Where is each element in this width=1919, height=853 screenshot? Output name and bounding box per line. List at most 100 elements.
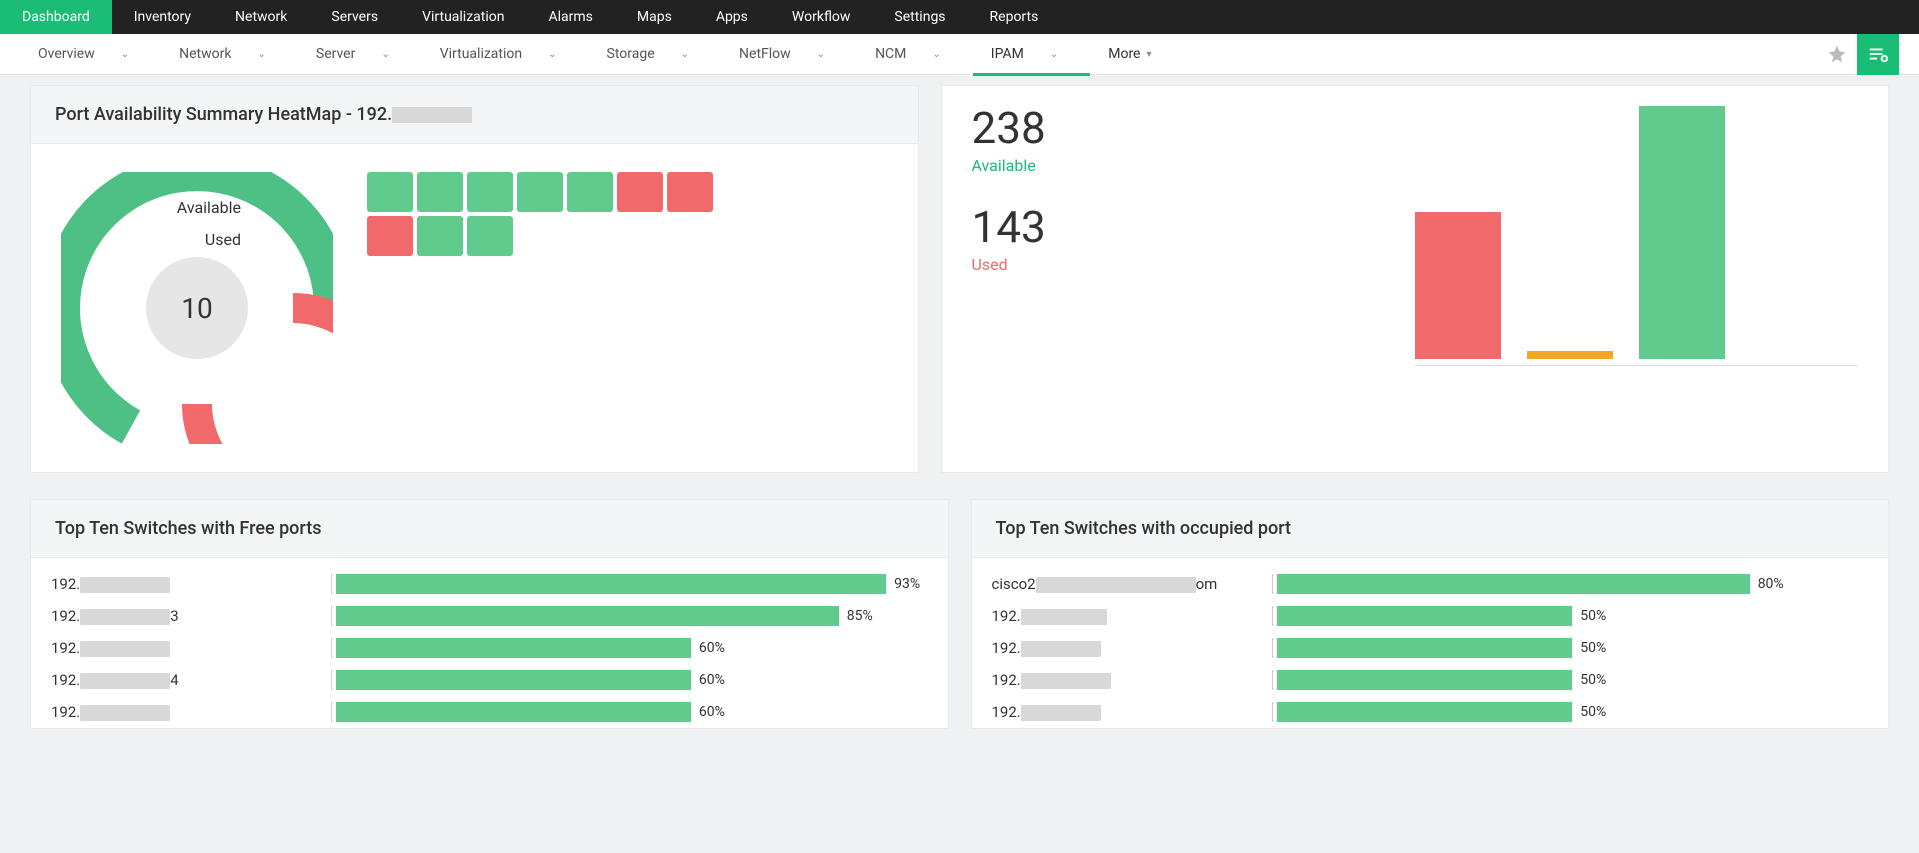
switch-bar-track: 93% [331, 574, 928, 594]
nav-secondary: Overview⌄Network⌄Server⌄Virtualization⌄S… [0, 34, 1919, 75]
chevron-down-icon: ⌄ [932, 49, 940, 60]
chevron-down-icon: ⌄ [381, 49, 389, 60]
card-title: Top Ten Switches with occupied port [972, 500, 1889, 558]
switch-percent: 50% [1580, 608, 1606, 624]
nav-secondary-server[interactable]: Server⌄ [298, 34, 422, 75]
heatmap-grid [367, 172, 713, 256]
chevron-down-icon: ⌄ [257, 49, 265, 60]
switch-bar-track: 60% [331, 670, 928, 690]
switch-row[interactable]: 192.. 50% [992, 664, 1869, 696]
donut-center-value: 10 [146, 257, 248, 359]
switch-percent: 60% [699, 640, 725, 656]
switch-row[interactable]: 192..93% [51, 568, 928, 600]
stat-used: 143 Used [972, 205, 1415, 274]
switch-row[interactable]: 192..385% [51, 600, 928, 632]
nav-secondary-storage[interactable]: Storage⌄ [589, 34, 722, 75]
switch-bar-track: 80% [1272, 574, 1869, 594]
stat-used-value: 143 [972, 205, 1415, 249]
heatmap-cell[interactable] [467, 216, 513, 256]
port-summary-card: 238 Available 143 Used [941, 85, 1890, 473]
nav-label: Storage [607, 46, 655, 62]
nav-secondary-ipam[interactable]: IPAM⌄ [973, 34, 1090, 75]
nav-more-label: More [1108, 46, 1140, 62]
heatmap-cell[interactable] [467, 172, 513, 212]
nav-secondary-virtualization[interactable]: Virtualization⌄ [422, 34, 589, 75]
switch-label: cisco2.om [992, 575, 1272, 593]
switch-bar [1277, 670, 1573, 690]
switch-row[interactable]: 192.. 50% [992, 600, 1869, 632]
bar-used [1415, 212, 1501, 359]
switch-bar [336, 702, 691, 722]
switch-bar [336, 638, 691, 658]
heatmap-cell[interactable] [567, 172, 613, 212]
card-title: Port Availability Summary HeatMap - 192. [31, 86, 918, 144]
switch-row[interactable]: cisco2.om 80% [992, 568, 1869, 600]
stat-available: 238 Available [972, 106, 1415, 175]
nav-more-button[interactable]: More ▾ [1090, 46, 1169, 62]
switch-label: 192.. [51, 703, 331, 721]
switch-row[interactable]: 192..60% [51, 696, 928, 728]
nav-label: Overview [38, 46, 95, 62]
nav-secondary-network[interactable]: Network ⌄ [161, 34, 298, 75]
switch-percent: 80% [1758, 576, 1784, 592]
star-icon [1827, 44, 1847, 64]
switch-bar-track: 50% [1272, 670, 1869, 690]
switch-bar [336, 670, 691, 690]
add-widget-button[interactable] [1857, 34, 1899, 75]
nav-primary-maps[interactable]: Maps [615, 0, 694, 34]
stat-available-value: 238 [972, 106, 1415, 150]
nav-secondary-netflow[interactable]: NetFlow⌄ [721, 34, 857, 75]
bar-other [1527, 351, 1613, 359]
switch-bar [336, 606, 839, 626]
nav-label: NCM [875, 46, 906, 62]
switch-row[interactable]: 192..50% [992, 696, 1869, 728]
switch-bar-track: 60% [331, 702, 928, 722]
nav-primary-network[interactable]: Network [213, 0, 309, 34]
chevron-down-icon: ⌄ [1050, 49, 1058, 60]
heatmap-cell[interactable] [417, 172, 463, 212]
heatmap-cell[interactable] [617, 172, 663, 212]
switch-percent: 60% [699, 672, 725, 688]
switch-row[interactable]: 192..60% [51, 632, 928, 664]
switch-label: 192.. [51, 575, 331, 593]
switch-label: 192..4 [51, 671, 331, 689]
nav-primary-inventory[interactable]: Inventory [112, 0, 213, 34]
switch-bar-track: 50% [1272, 606, 1869, 626]
switch-label: 192.. [992, 671, 1272, 689]
legend-available: Available [61, 192, 333, 224]
stat-available-label: Available [972, 156, 1415, 175]
heatmap-cell[interactable] [667, 172, 713, 212]
nav-secondary-ncm[interactable]: NCM ⌄ [857, 34, 973, 75]
switch-bar-track: 50% [1272, 702, 1869, 722]
heatmap-cell[interactable] [517, 172, 563, 212]
nav-primary-servers[interactable]: Servers [309, 0, 400, 34]
switch-bar [1277, 638, 1573, 658]
stat-used-label: Used [972, 255, 1415, 274]
nav-primary-virtualization[interactable]: Virtualization [400, 0, 526, 34]
heatmap-cell[interactable] [367, 216, 413, 256]
switch-bar [1277, 574, 1750, 594]
chevron-down-icon: ⌄ [548, 49, 556, 60]
heatmap-cell[interactable] [367, 172, 413, 212]
nav-primary-settings[interactable]: Settings [872, 0, 967, 34]
chevron-down-icon: ⌄ [121, 49, 129, 60]
switch-percent: 50% [1580, 672, 1606, 688]
switch-row[interactable]: 192..50% [992, 632, 1869, 664]
nav-primary-workflow[interactable]: Workflow [770, 0, 873, 34]
nav-label: Network [179, 46, 231, 62]
switch-bar-track: 60% [331, 638, 928, 658]
heatmap-cell[interactable] [417, 216, 463, 256]
nav-primary-dashboard[interactable]: Dashboard [0, 0, 112, 34]
nav-secondary-overview[interactable]: Overview ⌄ [20, 34, 161, 75]
nav-primary-apps[interactable]: Apps [694, 0, 770, 34]
nav-primary-reports[interactable]: Reports [968, 0, 1061, 34]
switch-label: 192..3 [51, 607, 331, 625]
triangle-down-icon: ▾ [1146, 49, 1151, 60]
switch-percent: 50% [1580, 704, 1606, 720]
summary-bar-chart [1415, 106, 1858, 366]
favorite-button[interactable] [1817, 34, 1857, 74]
switch-label: 192.. [992, 607, 1272, 625]
nav-primary-alarms[interactable]: Alarms [526, 0, 614, 34]
top-free-switches-card: Top Ten Switches with Free ports 192..93… [30, 499, 949, 729]
switch-row[interactable]: 192..4 60% [51, 664, 928, 696]
